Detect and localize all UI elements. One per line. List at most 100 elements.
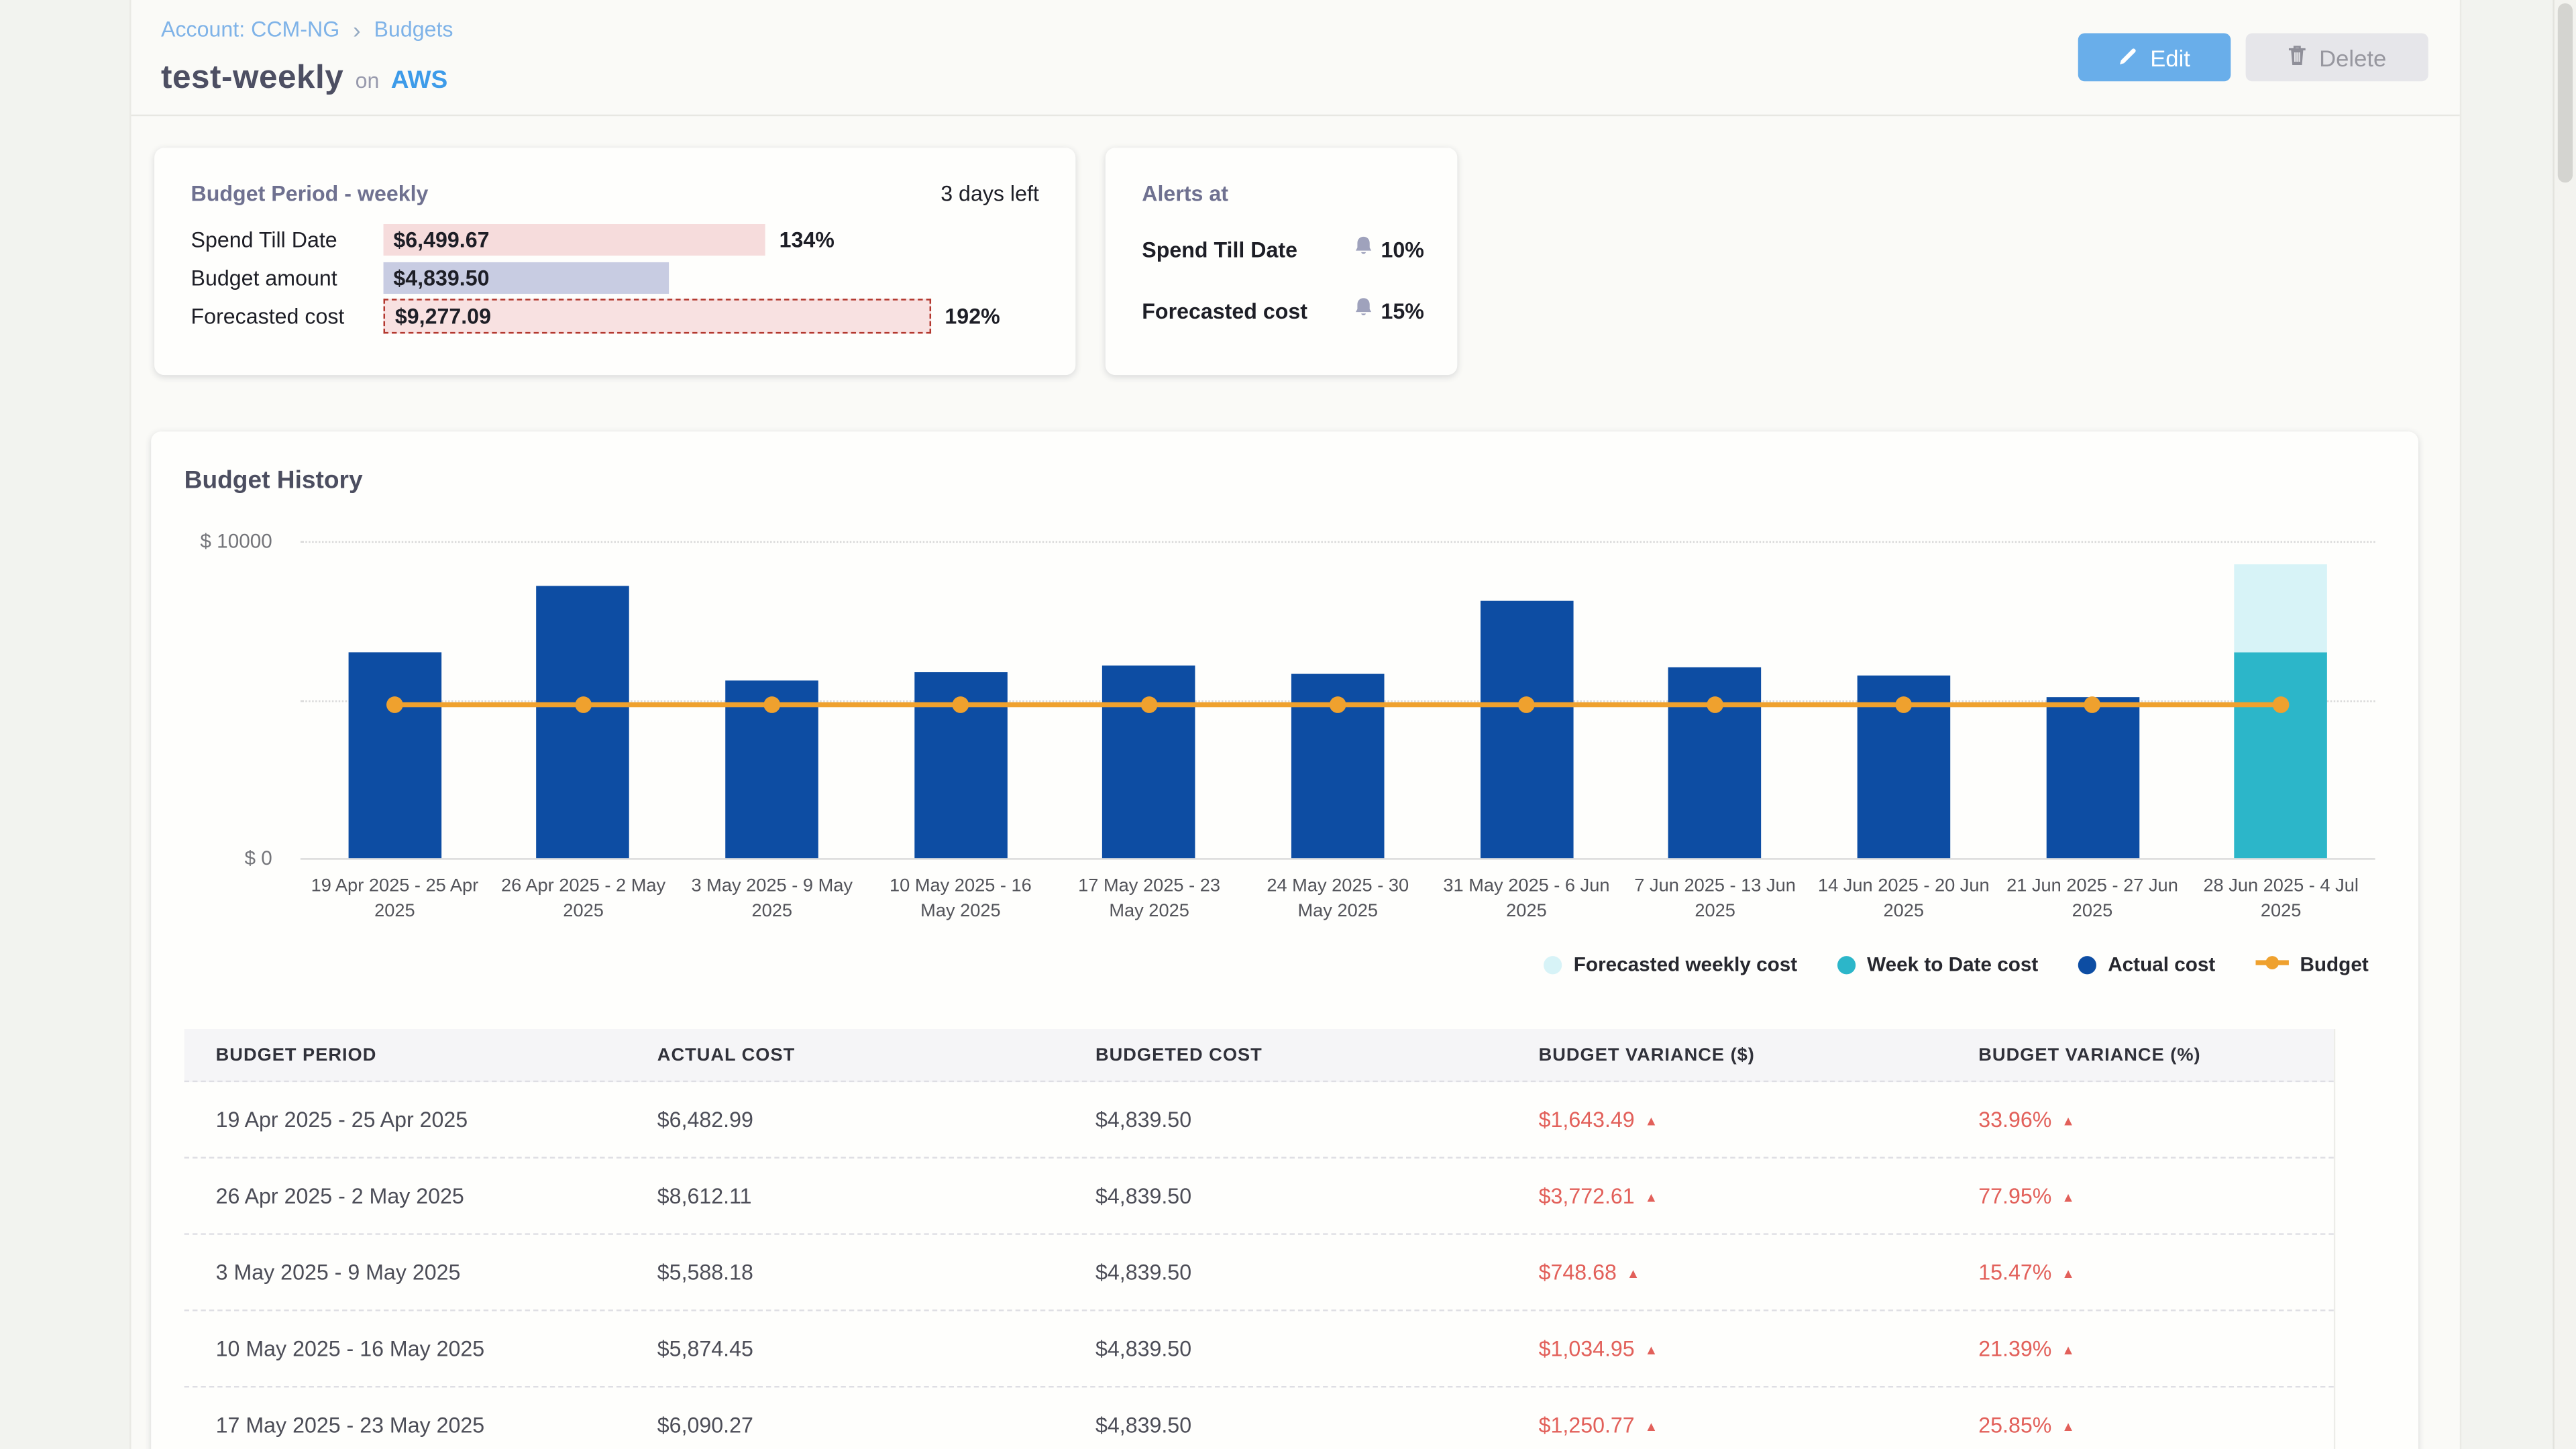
x-axis-label: 19 Apr 2025 - 25 Apr 2025: [301, 875, 489, 924]
trash-icon: [2288, 44, 2308, 71]
cell-budget-period: 19 Apr 2025 - 25 Apr 2025: [184, 1107, 657, 1132]
alert-row-label: Forecasted cost: [1142, 298, 1307, 323]
legend-item-week-to-date-cost[interactable]: Week to Date cost: [1837, 953, 2039, 976]
table-row: 3 May 2025 - 9 May 2025$5,588.18$4,839.5…: [184, 1235, 2334, 1311]
legend-item-budget[interactable]: Budget: [2255, 953, 2369, 976]
chart-legend: Forecasted weekly cost Week to Date cost A…: [1544, 953, 2368, 976]
cell-value: $6,090.27: [657, 1413, 753, 1438]
cell-value: $748.68: [1539, 1260, 1617, 1285]
budget-line-point: [386, 696, 403, 713]
legend-label: Budget: [2300, 953, 2368, 976]
x-axis-labels: 19 Apr 2025 - 25 Apr 202526 Apr 2025 - 2…: [301, 875, 2375, 924]
cell-actual-cost: $5,874.45: [657, 1336, 1095, 1361]
cell-value: 19 Apr 2025 - 25 Apr 2025: [216, 1107, 468, 1132]
breadcrumb-budgets-link[interactable]: Budgets: [374, 17, 453, 42]
page: Account: CCM-NG › Budgets test-weekly on…: [0, 0, 2576, 1449]
legend-marker-dot: [2078, 955, 2096, 973]
cell-value: $1,643.49: [1539, 1107, 1635, 1132]
budget-line-point: [575, 696, 592, 713]
gridline-0: [301, 858, 2375, 859]
cell-value: $8,612.11: [657, 1183, 752, 1208]
x-axis-label: 3 May 2025 - 9 May 2025: [678, 875, 866, 924]
right-scrollbar-thumb[interactable]: [2558, 3, 2573, 182]
alerts-rows: Spend Till Date10%Forecasted cost15%: [1142, 234, 1424, 357]
right-scrollbar-track[interactable]: [2553, 0, 2576, 1449]
table-row: 10 May 2025 - 16 May 2025 $5,874.45$4,839…: [184, 1311, 2334, 1388]
budget-history-title: Budget History: [184, 466, 363, 494]
cell-value: $5,588.18: [657, 1260, 753, 1285]
cell-actual-cost: $8,612.11: [657, 1183, 1095, 1208]
cell-value: $1,250.77: [1539, 1413, 1635, 1438]
delete-button[interactable]: Delete: [2246, 33, 2428, 81]
x-axis-label: 14 Jun 2025 - 20 Jun 2025: [1809, 875, 1998, 924]
budget-line-point: [1518, 696, 1535, 713]
table-header: BUDGET PERIODACTUAL COSTBUDGETED COSTBUD…: [184, 1029, 2334, 1082]
budget-row-amount: $4,839.50: [384, 266, 490, 290]
budget-row-amount: $6,499.67: [384, 227, 490, 252]
legend-item-actual-cost[interactable]: Actual cost: [2078, 953, 2216, 976]
cell-budget-period: 10 May 2025 - 16 May 2025: [184, 1336, 657, 1361]
breadcrumb-account-link[interactable]: Account: CCM-NG: [161, 17, 339, 42]
cell-variance-usd: $3,772.61 ▲: [1539, 1183, 1979, 1208]
y-axis-label-max: $ 10000: [169, 529, 272, 553]
budget-history-card: Budget History $ 10000 $ 0 19 Apr 2025 -…: [151, 431, 2418, 1449]
variance-up-icon: ▲: [2061, 1343, 2075, 1358]
budget-line-svg: [301, 541, 2375, 859]
alert-row: Spend Till Date10%: [1142, 234, 1424, 264]
cell-value: 15.47%: [1978, 1260, 2051, 1285]
chart-plot-area: [301, 541, 2375, 859]
cell-value: 17 May 2025 - 23 May 2025: [216, 1413, 485, 1438]
legend-label: Actual cost: [2108, 953, 2215, 976]
cell-budget-period: 17 May 2025 - 23 May 2025: [184, 1413, 657, 1438]
variance-up-icon: ▲: [2061, 1419, 2075, 1434]
y-axis-label-min: $ 0: [169, 847, 272, 870]
budget-row: Forecasted cost$9,277.09192%: [191, 301, 1049, 332]
budget-row: Budget amount$4,839.50: [191, 262, 1049, 294]
table-row: 26 Apr 2025 - 2 May 2025$8,612.11$4,839.…: [184, 1159, 2334, 1235]
budget-row-bar-forecast: $9,277.09: [384, 299, 932, 333]
x-axis-label: 31 May 2025 - 6 Jun 2025: [1432, 875, 1621, 924]
cell-actual-cost: $6,482.99: [657, 1107, 1095, 1132]
platform-label: AWS: [391, 66, 448, 95]
legend-item-forecasted-weekly-cost[interactable]: Forecasted weekly cost: [1544, 953, 1797, 976]
x-axis-label: 24 May 2025 - 30 May 2025: [1244, 875, 1432, 924]
budget-row-label: Budget amount: [191, 266, 384, 290]
table-header-cell: BUDGETED COST: [1095, 1045, 1539, 1065]
table-header-cell: BUDGET VARIANCE (%): [1978, 1045, 2335, 1065]
days-left-label: 3 days left: [941, 181, 1039, 206]
cell-value: $4,839.50: [1095, 1336, 1191, 1361]
table-header-cell: BUDGET VARIANCE ($): [1539, 1045, 1979, 1065]
variance-up-icon: ▲: [1645, 1190, 1658, 1205]
table-row: 19 Apr 2025 - 25 Apr 2025$6,482.99$4,839…: [184, 1082, 2334, 1159]
x-axis-label: 21 Jun 2025 - 27 Jun 2025: [1998, 875, 2186, 924]
alerts-card-title: Alerts at: [1142, 181, 1228, 206]
cell-value: $4,839.50: [1095, 1413, 1191, 1438]
cell-value: 33.96%: [1978, 1107, 2051, 1132]
cell-value: $3,772.61: [1539, 1183, 1635, 1208]
cell-budgeted-cost: $4,839.50: [1095, 1183, 1539, 1208]
edit-button[interactable]: Edit: [2078, 33, 2231, 81]
x-axis-label: 10 May 2025 - 16 May 2025: [866, 875, 1055, 924]
budget-history-table: BUDGET PERIODACTUAL COSTBUDGETED COSTBUD…: [184, 1029, 2336, 1449]
cell-budgeted-cost: $4,839.50: [1095, 1336, 1539, 1361]
budget-line-point: [2084, 696, 2100, 713]
table-row: 17 May 2025 - 23 May 2025 $6,090.27 $4,839…: [184, 1387, 2334, 1449]
bell-icon: [1354, 295, 1373, 325]
budget-line-point: [1141, 696, 1158, 713]
variance-up-icon: ▲: [1627, 1267, 1640, 1281]
budget-line-point: [1895, 696, 1912, 713]
cell-value: 21.39%: [1978, 1336, 2051, 1361]
x-axis-label: 17 May 2025 - 23 May 2025: [1055, 875, 1244, 924]
page-title: test-weekly: [161, 60, 343, 98]
cell-variance-pct: 25.85%▲: [1978, 1413, 2335, 1438]
breadcrumb: Account: CCM-NG › Budgets: [161, 17, 453, 42]
budget-line-point: [763, 696, 780, 713]
budget-row-label: Spend Till Date: [191, 227, 384, 252]
legend-marker-dot: [1837, 955, 1856, 973]
budget-period-card-title: Budget Period - weekly: [191, 181, 429, 206]
budget-row-percent: 192%: [932, 304, 1000, 329]
cell-value: 10 May 2025 - 16 May 2025: [216, 1336, 485, 1361]
title-connector: on: [356, 68, 380, 93]
budget-period-card: Budget Period - weekly 3 days left Spend…: [154, 148, 1075, 375]
page-title-row: test-weekly on AWS: [161, 60, 447, 98]
